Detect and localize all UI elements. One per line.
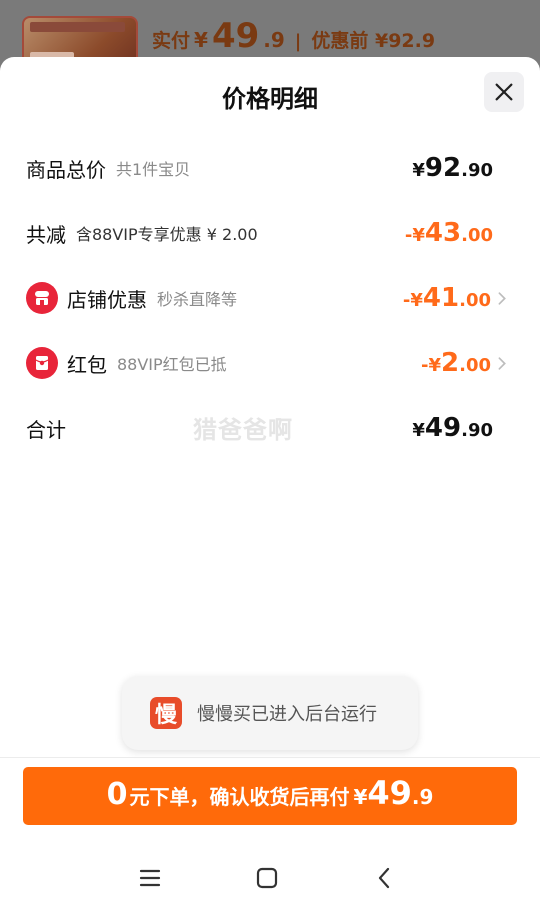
row-item-total: 商品总价 共1件宝贝 ¥ 92 .90 — [26, 148, 510, 188]
toast-message: 慢慢买已进入后台运行 — [197, 704, 377, 725]
amount-decimal: .00 — [459, 290, 491, 311]
reduction-label: 共减 — [26, 222, 66, 247]
row-total-reduction: 共减 含88VIP专享优惠 ¥ 2.00 -¥ 43 .00 — [26, 213, 510, 253]
amount-integer: 49 — [424, 413, 462, 443]
shop-icon — [26, 282, 58, 314]
currency: -¥ — [402, 290, 423, 311]
before-discount-price: 优惠前 ¥92.9 — [311, 30, 436, 52]
paid-currency: ¥ — [194, 28, 208, 52]
currency: -¥ — [421, 355, 442, 376]
watermark: 猎爸爸啊 — [193, 416, 293, 444]
reduction-note: 含88VIP专享优惠 ¥ 2.00 — [76, 225, 258, 244]
reduction-amount: -¥ 43 .00 — [405, 218, 510, 248]
back-icon[interactable] — [372, 865, 398, 891]
currency: -¥ — [404, 225, 425, 246]
home-icon[interactable] — [254, 865, 280, 891]
close-button[interactable] — [484, 72, 524, 112]
sheet-title: 价格明细 — [222, 85, 318, 113]
amount-integer: 2 — [441, 348, 460, 378]
red-packet-icon — [26, 347, 58, 379]
shop-discount-label: 店铺优惠 — [67, 287, 147, 312]
currency: ¥ — [412, 420, 425, 441]
row-shop-discount[interactable]: 店铺优惠 秒杀直降等 -¥ 41 .00 — [26, 278, 510, 318]
chevron-right-icon — [498, 291, 506, 305]
amount-decimal: .00 — [459, 355, 491, 376]
price-separator: | — [294, 31, 302, 52]
cta-zero: 0 — [106, 777, 128, 812]
system-nav-bar — [0, 845, 540, 910]
red-packet-note: 88VIP红包已抵 — [117, 355, 227, 374]
chevron-right-icon — [498, 356, 506, 370]
shop-discount-amount: -¥ 41 .00 — [403, 283, 510, 313]
close-icon — [495, 83, 513, 101]
amount-integer: 43 — [424, 218, 462, 248]
grand-total-amount: ¥ 49 .90 — [412, 413, 510, 443]
amount-decimal: .00 — [461, 225, 493, 246]
cta-text: 元下单，确认收货后再付 — [129, 785, 350, 809]
footer-divider — [0, 757, 540, 758]
shop-glyph — [35, 291, 49, 305]
amount-integer: 92 — [424, 153, 462, 183]
amount-decimal: .90 — [461, 160, 493, 181]
cta-currency: ¥ — [353, 785, 368, 809]
cta-amount-integer: 49 — [367, 774, 412, 812]
app-logo-icon: 慢 — [150, 697, 182, 729]
checkout-button[interactable]: 0 元下单，确认收货后再付 ¥ 49 .9 — [23, 767, 517, 825]
red-packet-glyph — [35, 356, 49, 370]
paid-label: 实付 — [152, 30, 191, 52]
recent-apps-icon[interactable] — [137, 865, 163, 891]
item-total-amount: ¥ 92 .90 — [412, 153, 510, 183]
thumbnail-banner — [30, 22, 125, 32]
item-total-label: 商品总价 — [26, 157, 106, 182]
paid-integer: 49 — [211, 16, 260, 56]
item-count: 共1件宝贝 — [116, 160, 191, 179]
cta-amount-decimal: .9 — [411, 785, 434, 809]
red-packet-amount: -¥ 2 .00 — [421, 348, 510, 378]
background-run-toast: 慢 慢慢买已进入后台运行 — [122, 676, 418, 750]
shop-discount-note: 秒杀直降等 — [157, 290, 238, 309]
row-red-packet[interactable]: 红包 88VIP红包已抵 -¥ 2 .00 — [26, 343, 510, 383]
amount-integer: 41 — [422, 283, 460, 313]
background-price: 实付 ¥ 49 .9 | 优惠前 ¥92.9 — [152, 16, 435, 56]
grand-total-label: 合计 — [26, 417, 66, 442]
paid-decimal: .9 — [263, 28, 285, 52]
red-packet-label: 红包 — [67, 352, 107, 377]
amount-decimal: .90 — [461, 420, 493, 441]
currency: ¥ — [412, 160, 425, 181]
